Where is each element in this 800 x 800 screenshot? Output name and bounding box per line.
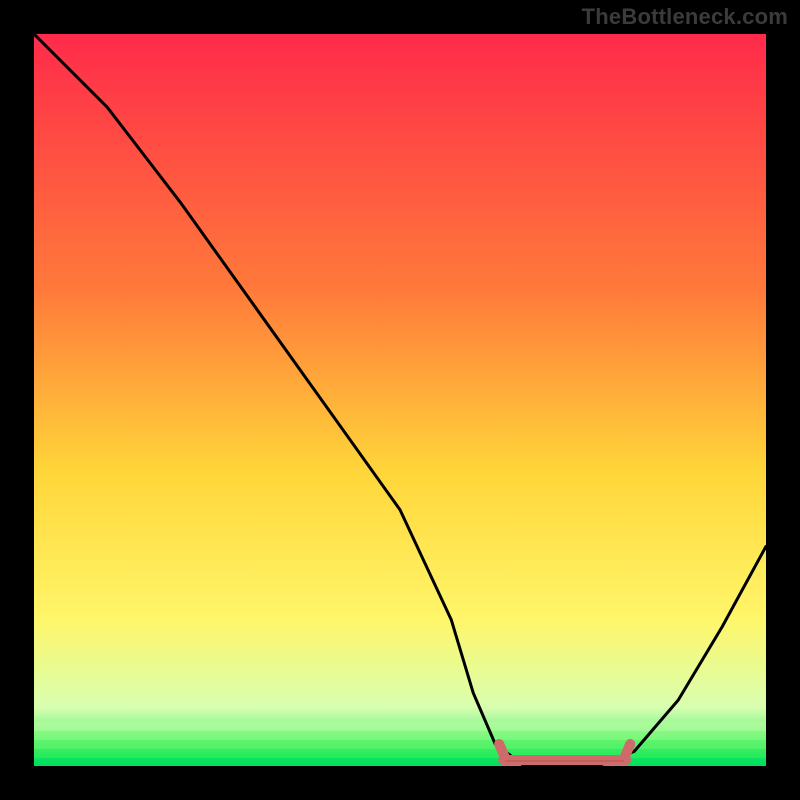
bottleneck-chart — [34, 34, 766, 766]
bottom-stripes — [34, 722, 766, 766]
watermark: TheBottleneck.com — [582, 4, 788, 30]
plot-area — [34, 34, 766, 766]
gradient-bg — [34, 34, 766, 766]
chart-frame: TheBottleneck.com — [0, 0, 800, 800]
